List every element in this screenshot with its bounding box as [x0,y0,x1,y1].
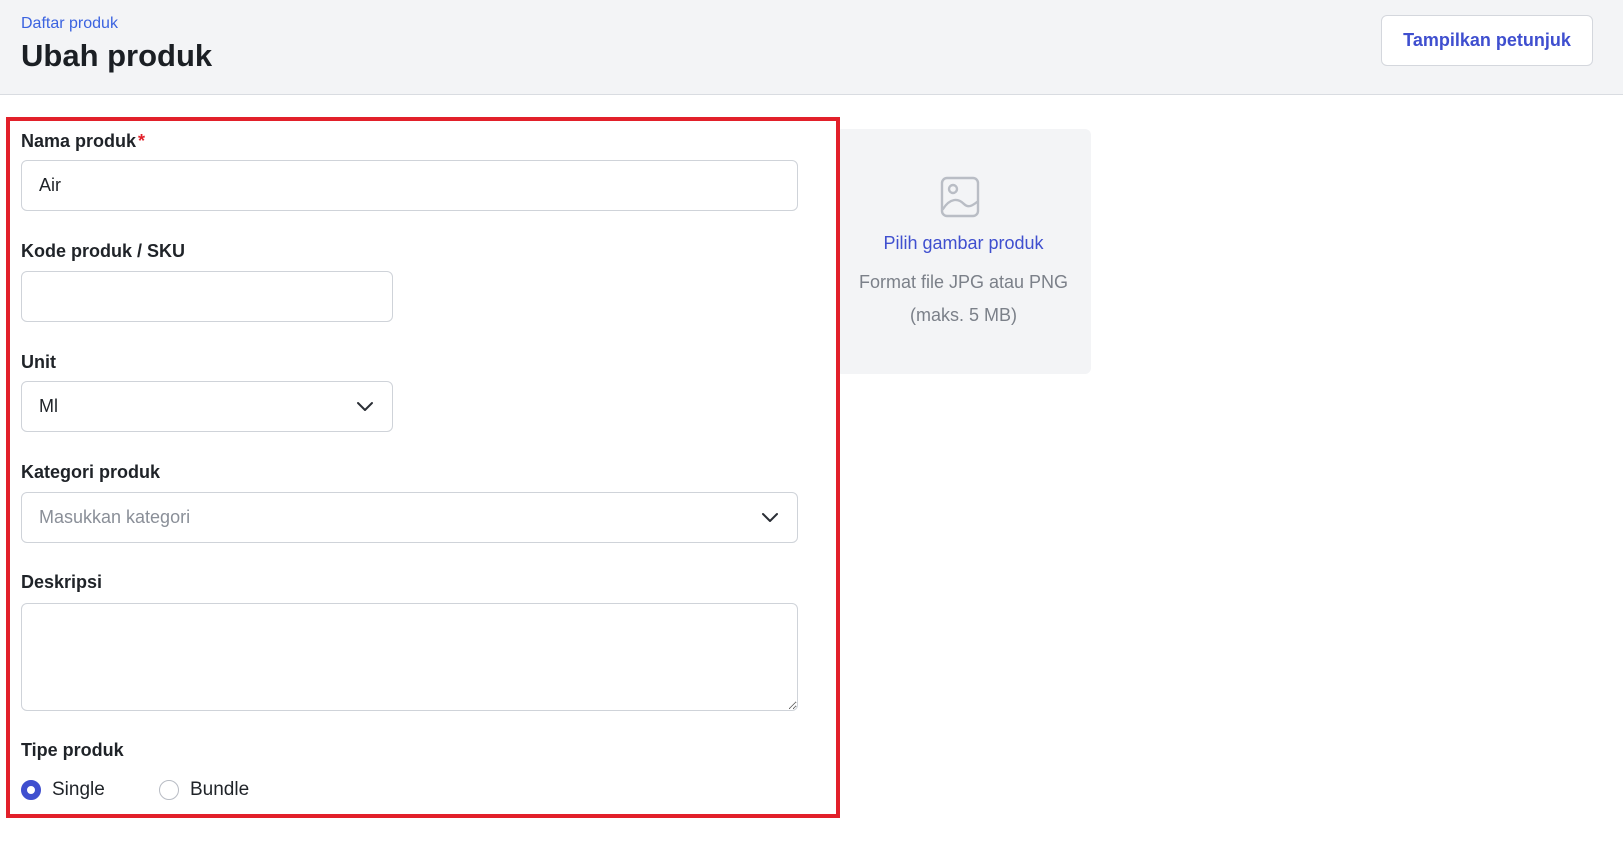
category-select[interactable]: Masukkan kategori [21,492,798,543]
product-name-label-text: Nama produk [21,131,137,151]
required-mark: * [138,131,146,151]
product-type-label: Tipe produk [21,740,124,760]
unit-selected-value: Ml [39,396,58,416]
radio-unchecked-icon[interactable] [159,780,179,800]
product-type-single-option[interactable]: Single [21,778,105,802]
image-format-hint: Format file JPG atau PNG (maks. 5 MB) [858,272,1069,325]
product-image-upload[interactable]: Pilih gambar produk Format file JPG atau… [836,129,1091,374]
image-icon [940,176,980,218]
sku-input[interactable] [21,271,393,322]
product-type-bundle-option[interactable]: Bundle [159,778,249,802]
radio-checked-icon[interactable] [21,780,41,800]
radio-label-single: Single [52,779,105,800]
product-name-input[interactable] [21,160,798,211]
chevron-down-icon [357,402,373,411]
page-header: Daftar produk Ubah produk Tampilkan petu… [0,0,1623,95]
show-guide-button[interactable]: Tampilkan petunjuk [1381,15,1593,66]
choose-image-link[interactable]: Pilih gambar produk [836,233,1091,254]
category-label: Kategori produk [21,462,161,482]
sku-label: Kode produk / SKU [21,241,186,261]
chevron-down-icon [762,513,778,522]
page-title: Ubah produk [21,38,213,73]
breadcrumb-daftar-produk[interactable]: Daftar produk [21,15,118,33]
product-name-label: Nama produk * [21,131,145,152]
radio-label-bundle: Bundle [190,779,250,800]
unit-label: Unit [21,352,56,372]
unit-select[interactable]: Ml [21,381,393,432]
description-label: Deskripsi [21,572,103,592]
category-placeholder: Masukkan kategori [39,507,191,527]
description-textarea[interactable] [21,603,798,711]
